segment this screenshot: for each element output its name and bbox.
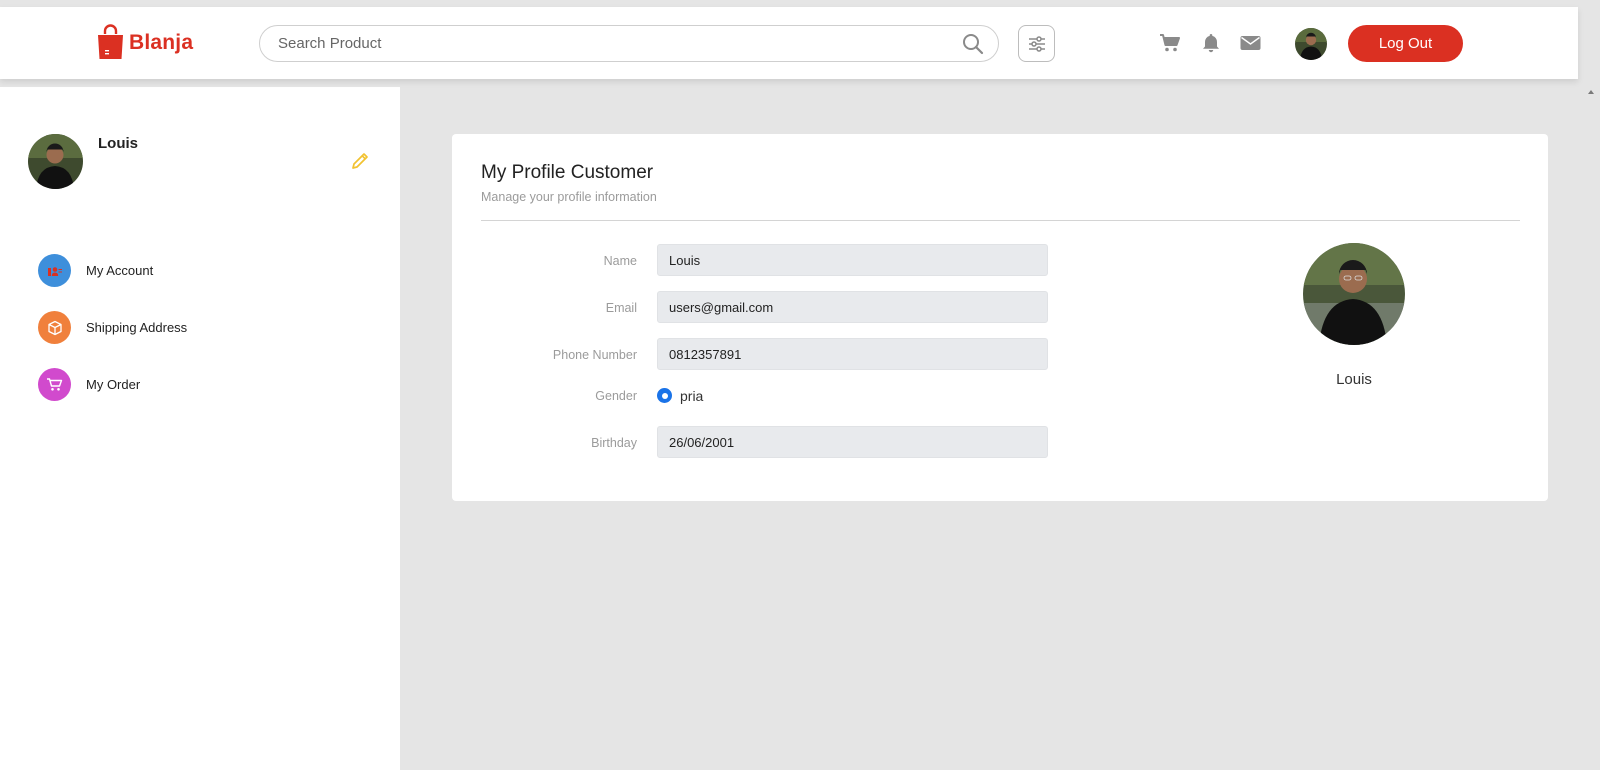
page-subtitle: Manage your profile information: [481, 190, 657, 204]
user-photo: [1303, 243, 1405, 345]
search-icon[interactable]: [962, 33, 984, 55]
mail-icon: [1240, 36, 1260, 50]
user-photo: [28, 134, 83, 189]
filter-button[interactable]: [1018, 25, 1055, 62]
gender-radio[interactable]: [657, 388, 672, 403]
scrollbar-up-arrow[interactable]: [1588, 90, 1594, 94]
cart-button[interactable]: [1158, 31, 1182, 55]
page-title: My Profile Customer: [481, 162, 654, 183]
phone-field[interactable]: [657, 338, 1048, 370]
sliders-icon: [1028, 35, 1045, 52]
navbar: Blanja Search Product Log Out: [0, 7, 1578, 79]
user-photo: [1295, 28, 1327, 60]
name-label: Name: [603, 254, 637, 268]
box-icon: [38, 311, 71, 344]
brand-logo[interactable]: Blanja: [96, 24, 193, 61]
bell-icon: [1203, 34, 1219, 53]
sidebar-item-label: My Account: [86, 263, 154, 278]
gender-label: Gender: [595, 389, 637, 403]
sidebar-item-my-account[interactable]: My Account: [38, 254, 153, 287]
messages-button[interactable]: [1238, 31, 1262, 55]
search-bar: [259, 25, 999, 62]
notification-button[interactable]: [1199, 31, 1223, 55]
profile-avatar: [1303, 243, 1405, 345]
divider: [481, 220, 1520, 221]
shopping-bag-icon: [98, 24, 123, 59]
gender-radio-label: pria: [680, 388, 704, 404]
logout-button[interactable]: Log Out: [1348, 25, 1463, 62]
cart-icon: [1160, 34, 1180, 52]
search-input[interactable]: [278, 26, 938, 61]
profile-card: My Profile Customer Manage your profile …: [452, 134, 1548, 501]
sidebar-username: Louis: [98, 135, 138, 152]
phone-label: Phone Number: [552, 348, 637, 362]
profile-avatar-name: Louis: [1336, 371, 1372, 388]
avatar: [28, 134, 83, 189]
cart-icon: [38, 368, 71, 401]
avatar[interactable]: [1295, 28, 1327, 60]
user-icon: [38, 254, 71, 287]
sidebar-item-label: Shipping Address: [86, 320, 188, 335]
email-label: Email: [605, 301, 637, 315]
top-strip: [0, 0, 1600, 7]
pencil-icon[interactable]: [350, 151, 370, 171]
sidebar-item-shipping-address[interactable]: Shipping Address: [38, 311, 187, 344]
sidebar-item-label: My Order: [86, 377, 141, 392]
birthday-field[interactable]: [657, 426, 1048, 458]
sidebar: Louis My Account Shipping Address My Ord…: [0, 87, 400, 770]
brand-name: Blanja: [129, 30, 194, 54]
email-field[interactable]: [657, 291, 1048, 323]
birthday-label: Birthday: [591, 436, 637, 450]
sidebar-item-my-order[interactable]: My Order: [38, 368, 140, 401]
name-field[interactable]: [657, 244, 1048, 276]
